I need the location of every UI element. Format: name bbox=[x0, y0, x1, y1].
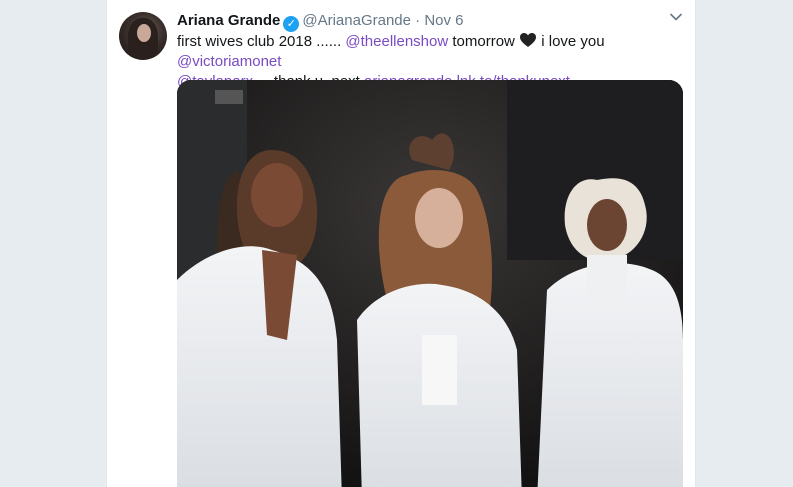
verified-badge-icon: ✓ bbox=[283, 16, 300, 32]
avatar[interactable] bbox=[119, 12, 167, 60]
tweet-header: Ariana Grande ✓ @ArianaGrande · Nov 6 bbox=[177, 11, 683, 32]
chevron-down-icon[interactable] bbox=[669, 10, 683, 24]
avatar-face bbox=[137, 24, 151, 42]
tweet-text-part1: first wives club 2018 ...... bbox=[177, 33, 342, 50]
author-name[interactable]: Ariana Grande bbox=[177, 12, 280, 29]
author-handle[interactable]: @ArianaGrande bbox=[302, 12, 411, 29]
mention-victoriamonet[interactable]: @victoriamonet bbox=[177, 53, 281, 70]
tweet-date[interactable]: Nov 6 bbox=[424, 12, 463, 29]
tweet-photo[interactable] bbox=[177, 80, 683, 487]
tweet-text-part2: tomorrow bbox=[452, 33, 515, 50]
separator-dot: · bbox=[415, 12, 421, 29]
mention-theellenshow[interactable]: @theellenshow bbox=[345, 33, 448, 50]
photo-illustration bbox=[177, 80, 683, 487]
black-heart-icon bbox=[519, 32, 537, 48]
tweet-text-part3: i love you bbox=[541, 33, 605, 50]
tweet-card[interactable]: Ariana Grande ✓ @ArianaGrande · Nov 6 firs… bbox=[106, 0, 696, 487]
